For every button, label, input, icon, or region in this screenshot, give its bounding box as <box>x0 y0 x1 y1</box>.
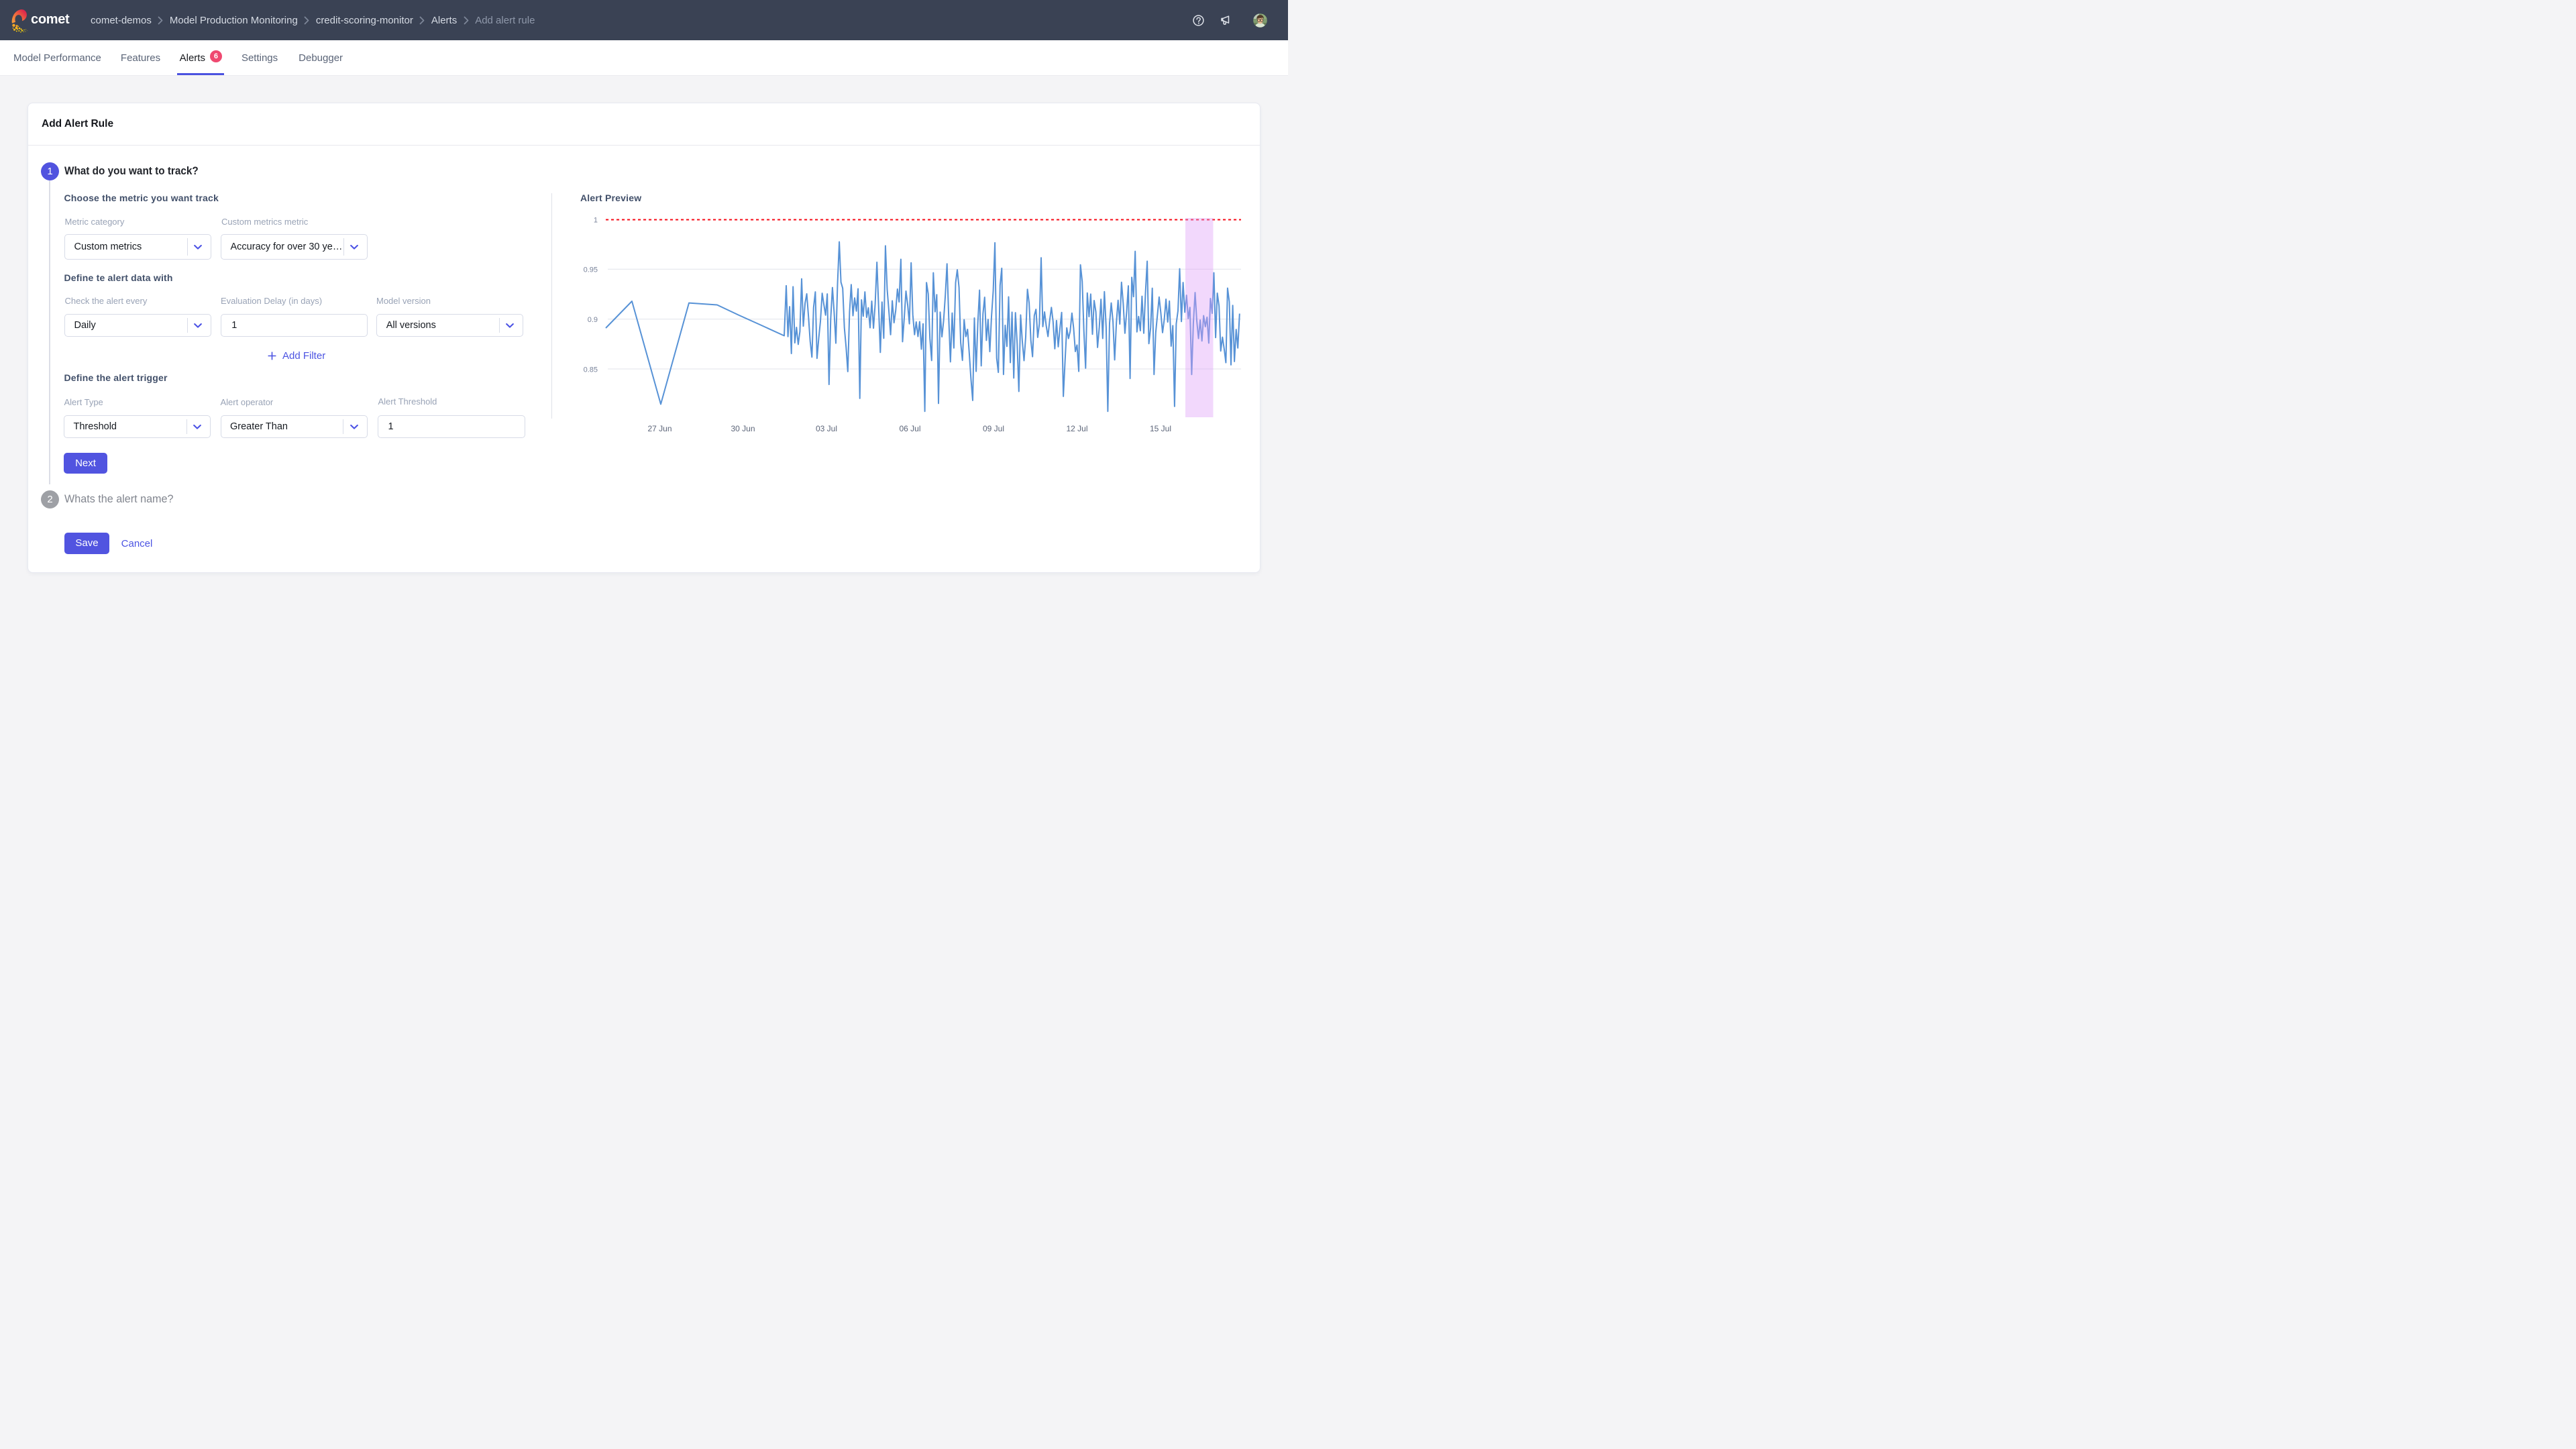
svg-text:15 Jul: 15 Jul <box>1149 424 1171 433</box>
svg-text:0.95: 0.95 <box>583 266 597 274</box>
svg-text:06 Jul: 06 Jul <box>899 424 920 433</box>
svg-text:1: 1 <box>593 217 597 225</box>
svg-text:09 Jul: 09 Jul <box>982 424 1004 433</box>
svg-text:0.85: 0.85 <box>583 366 597 374</box>
svg-text:12 Jul: 12 Jul <box>1066 424 1087 433</box>
svg-text:30 Jun: 30 Jun <box>731 424 755 433</box>
svg-text:0.9: 0.9 <box>587 316 597 324</box>
svg-text:03 Jul: 03 Jul <box>815 424 837 433</box>
svg-text:27 Jun: 27 Jun <box>647 424 672 433</box>
